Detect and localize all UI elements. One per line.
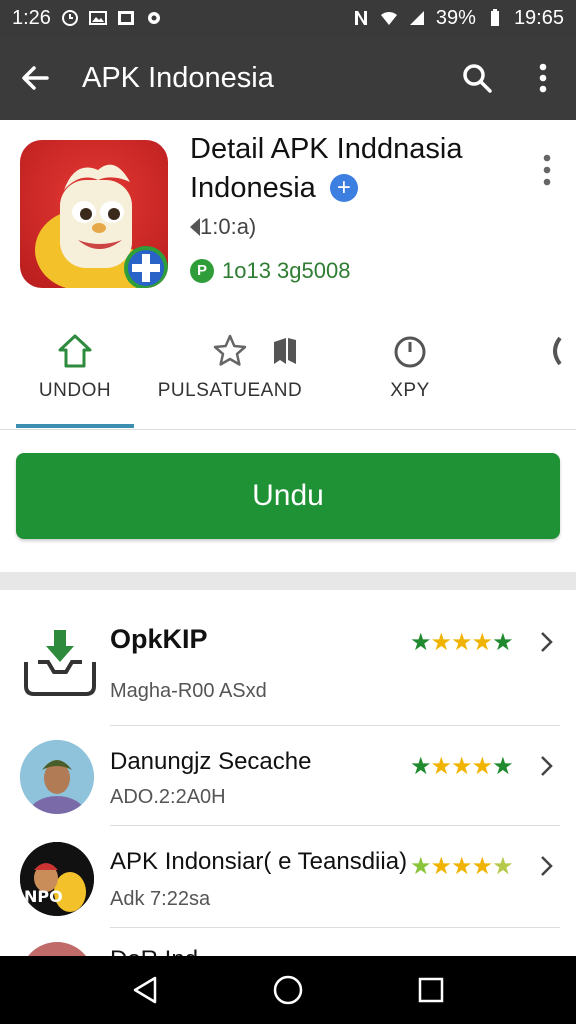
status-left: 1:26 xyxy=(12,7,163,30)
list-item-title: Danungjz Secache xyxy=(110,748,312,775)
speaker-icon xyxy=(190,218,200,236)
section-divider xyxy=(0,572,576,590)
home-icon xyxy=(58,334,92,368)
tab-bar: UNDOH PULSATUEAND XPY xyxy=(0,318,576,430)
wifi-icon xyxy=(380,11,397,25)
tab-undoh[interactable]: UNDOH xyxy=(16,318,134,430)
status-bar: 1:26 39% 19:65 xyxy=(0,0,576,36)
nav-back-icon xyxy=(133,976,157,1004)
notification-dot-icon xyxy=(147,12,160,24)
nfc-icon xyxy=(354,11,367,25)
rating-stars: ★★★★★ xyxy=(410,753,514,780)
avatar: NPO xyxy=(20,842,94,916)
image-icon xyxy=(88,11,107,25)
clock-icon xyxy=(61,10,78,26)
list-item[interactable]: OpkKIP Magha-R00 ASxd ★★★★★ xyxy=(0,590,576,726)
chevron-right-icon xyxy=(541,756,553,776)
app-toolbar: APK Indonesia xyxy=(0,36,576,120)
nav-back-button[interactable] xyxy=(100,956,190,1024)
list-item-subtitle: Magha-R00 ASxd xyxy=(110,680,267,702)
status-time: 1:26 xyxy=(12,6,51,29)
tab-xpy[interactable]: XPY xyxy=(360,318,460,430)
back-button[interactable] xyxy=(0,36,70,120)
app-stat: P 1o13 3g5008 xyxy=(190,258,350,284)
more-vert-icon xyxy=(543,154,551,186)
app-version-text: 1:0:a) xyxy=(200,214,257,239)
more-vert-icon xyxy=(539,63,547,93)
toolbar-actions xyxy=(444,36,576,120)
app-more-button[interactable] xyxy=(532,150,562,190)
search-icon xyxy=(463,64,492,93)
nav-recents-icon xyxy=(418,977,444,1003)
nav-home-button[interactable] xyxy=(243,956,333,1024)
app-header: Detail APK Inddnasia Indonesia + 1:0:a) … xyxy=(0,120,576,310)
verified-plus-icon: + xyxy=(329,174,358,202)
status-clock: 19:65 xyxy=(513,6,564,29)
overflow-menu-button[interactable] xyxy=(510,36,576,120)
toolbar-title: APK Indonesia xyxy=(82,61,274,94)
tab-label: UNDOH xyxy=(38,380,112,401)
rating-stars: ★★★★★ xyxy=(410,629,514,656)
list-item-subtitle: Adk 7:22sa xyxy=(110,888,211,910)
svg-text:NPO: NPO xyxy=(24,887,63,906)
app-title-text: Detail APK Inddnasia Indonesia xyxy=(190,133,463,204)
rating-stars: ★★★★★ xyxy=(410,853,514,880)
list-item[interactable]: Danungjz Secache ADO.2:2A0H ★★★★★ xyxy=(0,726,576,826)
tab-active-indicator xyxy=(16,424,134,428)
avatar xyxy=(20,740,94,814)
tab-more[interactable] xyxy=(540,318,570,430)
chevron-right-icon xyxy=(541,632,553,652)
signal-icon xyxy=(409,11,424,25)
search-button[interactable] xyxy=(444,36,510,120)
status-right: 39% 19:65 xyxy=(352,7,564,30)
download-button[interactable]: Undu xyxy=(16,453,560,539)
list-item[interactable]: NPO APK Indonsiar( e Teansdiia) Adk 7:22… xyxy=(0,826,576,928)
arrow-left-icon xyxy=(22,66,49,90)
battery-icon xyxy=(490,9,499,26)
bookmark-icon xyxy=(274,338,296,364)
tab-bookmark[interactable] xyxy=(250,318,320,430)
stat-badge-icon: P xyxy=(190,259,214,283)
chevron-right-icon xyxy=(541,856,553,876)
more-tab-icon xyxy=(553,336,562,366)
list-item-title: OpkKIP xyxy=(110,624,208,654)
list-item-title: APK Indonsiar( e Teansdiia) xyxy=(110,848,408,875)
app-title: Detail APK Inddnasia Indonesia + xyxy=(190,130,510,208)
list-item-subtitle: ADO.2:2A0H xyxy=(110,786,226,808)
gallery-icon xyxy=(117,11,134,25)
system-nav-bar xyxy=(0,956,576,1024)
app-icon xyxy=(20,140,168,288)
star-icon xyxy=(213,334,247,366)
mascot-icon xyxy=(35,164,168,288)
nav-recents-button[interactable] xyxy=(386,956,476,1024)
download-box-icon xyxy=(20,622,100,702)
tab-label: XPY xyxy=(390,380,430,401)
list-item[interactable]: DoR Ind... xyxy=(0,928,576,958)
battery-percent: 39% xyxy=(435,6,476,29)
app-stat-text: 1o13 3g5008 xyxy=(222,258,351,283)
nav-home-icon xyxy=(273,975,303,1005)
app-version: 1:0:a) xyxy=(190,214,256,240)
timer-icon xyxy=(394,336,426,368)
